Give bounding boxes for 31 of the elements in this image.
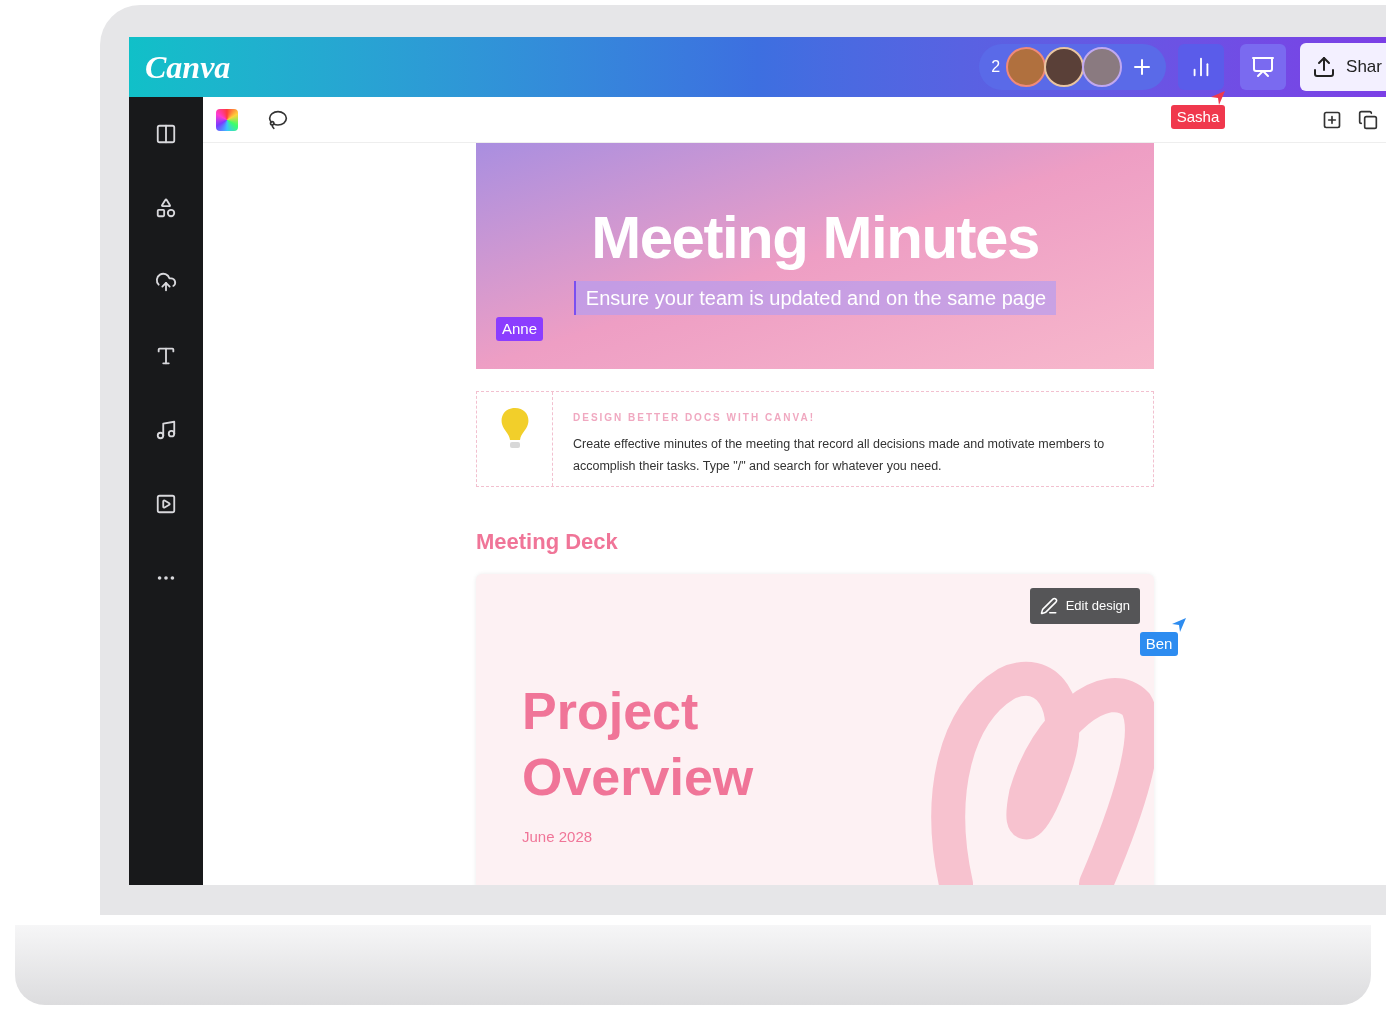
deck-date: June 2028 bbox=[522, 827, 594, 847]
collaborator-name-tag: Ben bbox=[1139, 632, 1179, 656]
video-icon[interactable] bbox=[155, 493, 177, 515]
color-picker-icon[interactable] bbox=[216, 108, 238, 131]
deck-title: Overview bbox=[522, 747, 755, 808]
edit-design-button[interactable]: Edit design bbox=[1029, 588, 1140, 624]
duplicate-page-icon[interactable] bbox=[1358, 109, 1378, 130]
layout-icon[interactable] bbox=[155, 123, 177, 145]
document-title: Meeting Minutes bbox=[591, 203, 1039, 273]
tip-heading: DESIGN BETTER DOCS WITH CANVA! bbox=[573, 411, 817, 425]
section-heading: Meeting Deck bbox=[476, 528, 619, 556]
collaborator-name-tag: Anne bbox=[496, 317, 544, 341]
present-button[interactable] bbox=[1240, 44, 1287, 90]
shapes-icon[interactable] bbox=[155, 197, 177, 219]
share-button[interactable]: Shar bbox=[1300, 43, 1386, 91]
cloud-upload-icon[interactable] bbox=[155, 271, 177, 293]
presentation-icon bbox=[1251, 55, 1276, 79]
text-icon[interactable] bbox=[155, 345, 177, 367]
deck-title: Project bbox=[522, 681, 700, 742]
document-subtitle: Ensure your team is updated and on the same page bbox=[573, 281, 1057, 315]
share-icon bbox=[1312, 55, 1337, 79]
collaborators-pill[interactable]: 2 bbox=[979, 44, 1167, 90]
add-page-icon[interactable] bbox=[1322, 109, 1342, 130]
pencil-icon bbox=[1039, 597, 1058, 615]
insights-button[interactable] bbox=[1178, 44, 1225, 90]
cursor-pointer-icon bbox=[1209, 89, 1227, 107]
cursor-pointer-icon bbox=[1170, 616, 1188, 634]
collaborator-count: 2 bbox=[991, 57, 1001, 77]
tip-text: Create effective minutes of the meeting that record all decisions made and motivate members to accomplish their tasks. Type "/" and search for whatever you need. bbox=[573, 436, 1106, 475]
music-icon[interactable] bbox=[155, 419, 177, 441]
lasso-icon[interactable] bbox=[268, 109, 288, 130]
